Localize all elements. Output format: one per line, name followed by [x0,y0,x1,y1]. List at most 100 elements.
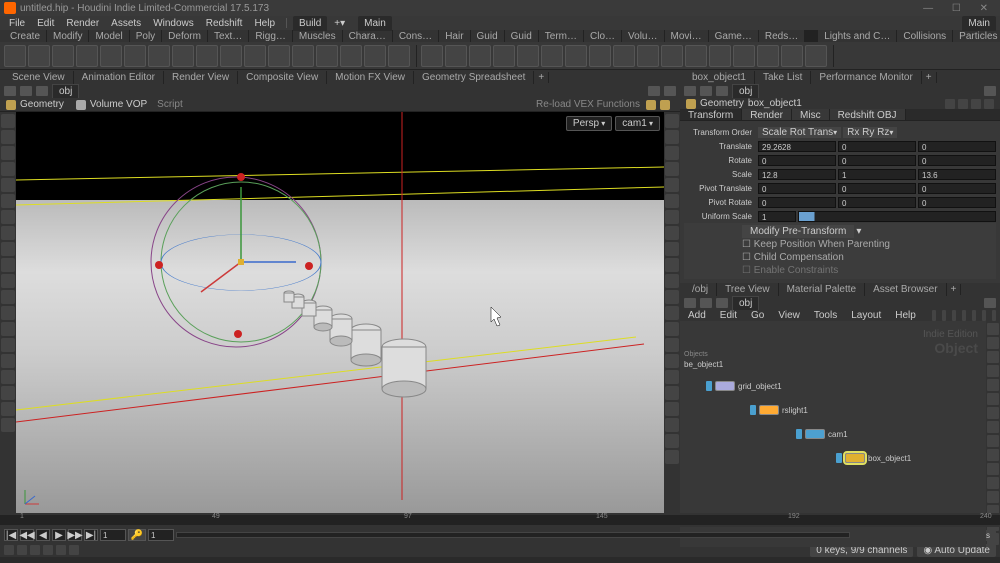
toolbar-button[interactable] [1,162,15,176]
toolbar-button[interactable] [987,351,999,363]
shelf-tool-camera[interactable] [661,45,683,67]
more-icon[interactable] [992,310,996,321]
shelf-tool-distant-light[interactable] [517,45,539,67]
network-path[interactable]: obj [732,296,759,311]
add-tab[interactable]: + [922,72,937,83]
fwd-icon[interactable] [36,86,48,96]
pane-tab[interactable]: Scene View [4,71,74,84]
toolbar-button[interactable] [1,418,15,432]
shelf-tool-vr-camera[interactable] [733,45,755,67]
wand-icon[interactable] [932,310,936,321]
shelf-tool-metaball[interactable] [364,45,386,67]
desktop-main[interactable]: Main [358,16,392,31]
link-icon[interactable] [958,99,968,109]
tab-redshift[interactable]: Redshift OBJ [830,109,906,120]
toolbar-button[interactable] [1,402,15,416]
shelf-tool-spray-paint[interactable] [268,45,290,67]
toolbar-button[interactable] [665,354,679,368]
toolbar-button[interactable] [665,386,679,400]
status-icon[interactable] [43,545,53,555]
timeline[interactable]: 14997145192240 [0,513,1000,527]
net-tools[interactable]: Tools [810,310,841,321]
shelf-tool-file[interactable] [388,45,410,67]
param-tab[interactable]: Performance Monitor [811,71,921,84]
scale-y[interactable]: 1 [838,169,916,180]
toolbar-button[interactable] [1,242,15,256]
key-icon[interactable]: 🔑 [128,529,146,541]
toolbar-button[interactable] [1,386,15,400]
node-rslight1[interactable]: rslight1 [750,405,808,415]
rotate-x[interactable]: 0 [758,155,836,166]
range-slider[interactable] [176,532,850,538]
skip-end-icon[interactable]: ▶| [84,529,98,541]
toolbar-button[interactable] [1,338,15,352]
toolbar-button[interactable] [1,194,15,208]
shelf-tool-gamepad-camera[interactable] [805,45,827,67]
shelf-tool-platonic[interactable] [316,45,338,67]
node-box_object1[interactable]: box_object1 [836,453,911,463]
pivot-r-x[interactable]: 0 [758,197,836,208]
toolbar-button[interactable] [987,337,999,349]
breadcrumb-path[interactable]: obj [732,84,759,99]
toolbar-button[interactable] [665,306,679,320]
rot-order-dropdown[interactable]: Rx Ry Rz ▾ [843,127,897,138]
fwd-icon[interactable] [716,86,728,96]
range-start[interactable]: 1 [148,529,174,541]
reload-icon[interactable] [646,100,656,110]
pane-tab[interactable]: Render View [164,71,238,84]
toolbar-button[interactable] [1,322,15,336]
tab-transform[interactable]: Transform [680,109,742,120]
shelf-tool-torus[interactable] [76,45,98,67]
toolbar-button[interactable] [1,290,15,304]
shelf-tool-ind.-light[interactable] [589,45,611,67]
shelf-tab[interactable]: Chara… [343,30,393,42]
toolbar-button[interactable] [987,393,999,405]
toolbar-button[interactable] [987,323,999,335]
trash-icon[interactable] [962,310,966,321]
shelf-tab[interactable]: Muscles [293,30,343,42]
shelf-tab[interactable]: Volu… [622,30,664,42]
toolbar-button[interactable] [665,434,679,448]
shelf-tab[interactable]: Poly [130,30,162,42]
net-edit[interactable]: Edit [716,310,741,321]
toolbar-button[interactable] [987,365,999,377]
toolbar-button[interactable] [1,370,15,384]
toolbar-button[interactable] [1,258,15,272]
current-frame[interactable]: 1 [100,529,126,541]
uscale-slider[interactable] [798,211,996,222]
viewport-script[interactable]: Script [157,99,183,110]
menu-render[interactable]: Render [61,18,104,29]
desktop-add[interactable]: +▾ [329,18,350,29]
breadcrumb-path[interactable]: obj [52,84,79,99]
net-layout[interactable]: Layout [847,310,885,321]
transform-order-dropdown[interactable]: Scale Rot Trans ▾ [758,127,841,138]
shelf-tool-sphere[interactable] [28,45,50,67]
pivot-t-z[interactable]: 0 [918,183,996,194]
uscale-field[interactable]: 1 [758,211,796,222]
toolbar-button[interactable] [1,146,15,160]
shelf-tool-draw-curve[interactable] [220,45,242,67]
keep-position-check[interactable]: ☐ Keep Position When Parenting [742,238,996,251]
rotate-z[interactable]: 0 [918,155,996,166]
pivot-r-y[interactable]: 0 [838,197,916,208]
shelf-tab[interactable]: Guid [471,30,505,42]
close-button[interactable]: ✕ [972,3,996,14]
scale-x[interactable]: 12.8 [758,169,836,180]
pivot-t-y[interactable]: 0 [838,183,916,194]
shelf-tool-path[interactable] [244,45,266,67]
toolbar-button[interactable] [665,242,679,256]
toolbar-button[interactable] [665,402,679,416]
toolbar-button[interactable] [987,477,999,489]
param-tab[interactable]: Take List [755,71,811,84]
shelf-tool-circle[interactable] [172,45,194,67]
home-icon[interactable] [4,86,16,96]
toolbar-button[interactable] [665,114,679,128]
status-icon[interactable] [17,545,27,555]
step-fwd-icon[interactable]: ▶▶ [68,529,82,541]
help-icon[interactable] [660,100,670,110]
shelf-tab[interactable]: Movi… [665,30,709,42]
shelf-tool-grid[interactable] [100,45,122,67]
menu-help[interactable]: Help [249,18,280,29]
shelf-tool-tube[interactable] [52,45,74,67]
shelf-tab[interactable]: Guid [505,30,539,42]
